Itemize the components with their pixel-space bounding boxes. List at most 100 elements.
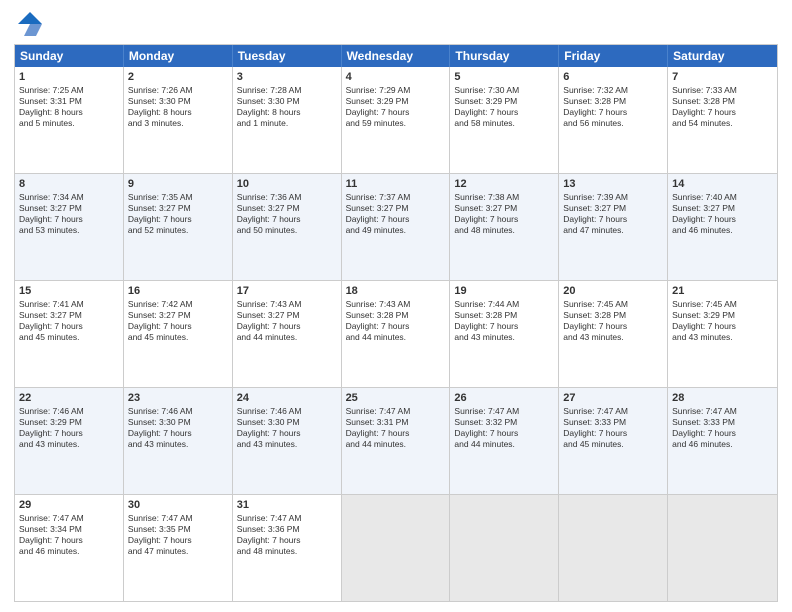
day-info-line: Daylight: 7 hours	[19, 535, 119, 546]
day-info-line: Sunset: 3:27 PM	[454, 203, 554, 214]
day-info-line: Daylight: 7 hours	[237, 214, 337, 225]
day-info-line: Sunset: 3:28 PM	[454, 310, 554, 321]
day-number: 6	[563, 70, 663, 84]
day-info-line: Sunrise: 7:25 AM	[19, 85, 119, 96]
day-info-line: Daylight: 7 hours	[454, 107, 554, 118]
day-number: 10	[237, 177, 337, 191]
week-row-5: 29Sunrise: 7:47 AMSunset: 3:34 PMDayligh…	[15, 495, 777, 601]
day-info-line: Daylight: 7 hours	[563, 214, 663, 225]
day-info-line: Daylight: 7 hours	[454, 214, 554, 225]
day-info-line: Sunset: 3:32 PM	[454, 417, 554, 428]
logo	[14, 10, 44, 38]
day-number: 14	[672, 177, 773, 191]
day-info-line: Sunset: 3:30 PM	[128, 417, 228, 428]
day-info-line: and 53 minutes.	[19, 225, 119, 236]
day-info-line: Sunset: 3:27 PM	[19, 310, 119, 321]
day-info-line: Sunrise: 7:41 AM	[19, 299, 119, 310]
day-info-line: and 47 minutes.	[128, 546, 228, 557]
day-cell-23: 23Sunrise: 7:46 AMSunset: 3:30 PMDayligh…	[124, 388, 233, 494]
day-info-line: Daylight: 7 hours	[563, 107, 663, 118]
day-info-line: Daylight: 7 hours	[19, 321, 119, 332]
day-cell-12: 12Sunrise: 7:38 AMSunset: 3:27 PMDayligh…	[450, 174, 559, 280]
day-cell-21: 21Sunrise: 7:45 AMSunset: 3:29 PMDayligh…	[668, 281, 777, 387]
day-number: 31	[237, 498, 337, 512]
day-cell-18: 18Sunrise: 7:43 AMSunset: 3:28 PMDayligh…	[342, 281, 451, 387]
calendar: SundayMondayTuesdayWednesdayThursdayFrid…	[14, 44, 778, 602]
day-number: 22	[19, 391, 119, 405]
day-number: 26	[454, 391, 554, 405]
day-cell-6: 6Sunrise: 7:32 AMSunset: 3:28 PMDaylight…	[559, 67, 668, 173]
day-info-line: Daylight: 8 hours	[237, 107, 337, 118]
day-cell-16: 16Sunrise: 7:42 AMSunset: 3:27 PMDayligh…	[124, 281, 233, 387]
day-info-line: and 48 minutes.	[454, 225, 554, 236]
day-info-line: Daylight: 7 hours	[346, 428, 446, 439]
day-info-line: Sunrise: 7:47 AM	[454, 406, 554, 417]
day-info-line: Daylight: 7 hours	[346, 107, 446, 118]
day-number: 7	[672, 70, 773, 84]
day-info-line: and 45 minutes.	[19, 332, 119, 343]
day-info-line: Sunrise: 7:43 AM	[346, 299, 446, 310]
day-info-line: Sunset: 3:35 PM	[128, 524, 228, 535]
day-info-line: and 47 minutes.	[563, 225, 663, 236]
day-info-line: and 54 minutes.	[672, 118, 773, 129]
day-number: 2	[128, 70, 228, 84]
day-info-line: Sunrise: 7:37 AM	[346, 192, 446, 203]
calendar-header: SundayMondayTuesdayWednesdayThursdayFrid…	[15, 45, 777, 67]
day-info-line: Sunset: 3:27 PM	[563, 203, 663, 214]
header-day-tuesday: Tuesday	[233, 45, 342, 67]
day-cell-2: 2Sunrise: 7:26 AMSunset: 3:30 PMDaylight…	[124, 67, 233, 173]
day-info-line: Sunrise: 7:30 AM	[454, 85, 554, 96]
day-number: 20	[563, 284, 663, 298]
day-info-line: Sunset: 3:33 PM	[563, 417, 663, 428]
day-info-line: Daylight: 7 hours	[128, 535, 228, 546]
day-info-line: Sunset: 3:31 PM	[19, 96, 119, 107]
calendar-page: SundayMondayTuesdayWednesdayThursdayFrid…	[0, 0, 792, 612]
day-info-line: and 44 minutes.	[237, 332, 337, 343]
day-info-line: and 44 minutes.	[346, 439, 446, 450]
header-day-monday: Monday	[124, 45, 233, 67]
day-cell-9: 9Sunrise: 7:35 AMSunset: 3:27 PMDaylight…	[124, 174, 233, 280]
day-info-line: and 56 minutes.	[563, 118, 663, 129]
day-info-line: Sunrise: 7:35 AM	[128, 192, 228, 203]
day-info-line: Daylight: 7 hours	[237, 321, 337, 332]
header-day-saturday: Saturday	[668, 45, 777, 67]
day-info-line: Daylight: 7 hours	[454, 428, 554, 439]
page-header	[14, 10, 778, 38]
day-number: 27	[563, 391, 663, 405]
day-cell-5: 5Sunrise: 7:30 AMSunset: 3:29 PMDaylight…	[450, 67, 559, 173]
empty-cell	[559, 495, 668, 601]
day-info-line: Sunset: 3:33 PM	[672, 417, 773, 428]
day-info-line: Sunrise: 7:47 AM	[237, 513, 337, 524]
day-info-line: and 43 minutes.	[128, 439, 228, 450]
day-info-line: Sunrise: 7:26 AM	[128, 85, 228, 96]
day-info-line: Sunset: 3:27 PM	[346, 203, 446, 214]
day-info-line: and 43 minutes.	[672, 332, 773, 343]
day-info-line: and 43 minutes.	[563, 332, 663, 343]
day-info-line: Sunset: 3:29 PM	[346, 96, 446, 107]
day-number: 25	[346, 391, 446, 405]
day-info-line: Daylight: 7 hours	[563, 321, 663, 332]
day-info-line: and 58 minutes.	[454, 118, 554, 129]
day-info-line: Sunset: 3:36 PM	[237, 524, 337, 535]
day-info-line: and 5 minutes.	[19, 118, 119, 129]
day-info-line: and 45 minutes.	[563, 439, 663, 450]
day-number: 11	[346, 177, 446, 191]
day-info-line: Sunrise: 7:46 AM	[237, 406, 337, 417]
day-cell-4: 4Sunrise: 7:29 AMSunset: 3:29 PMDaylight…	[342, 67, 451, 173]
day-info-line: Daylight: 7 hours	[237, 428, 337, 439]
day-info-line: Sunrise: 7:29 AM	[346, 85, 446, 96]
day-info-line: Sunrise: 7:38 AM	[454, 192, 554, 203]
day-info-line: Sunset: 3:27 PM	[672, 203, 773, 214]
day-info-line: Sunrise: 7:43 AM	[237, 299, 337, 310]
day-info-line: Sunrise: 7:42 AM	[128, 299, 228, 310]
day-info-line: Sunset: 3:29 PM	[672, 310, 773, 321]
day-info-line: Daylight: 7 hours	[128, 321, 228, 332]
day-info-line: Sunset: 3:31 PM	[346, 417, 446, 428]
day-number: 9	[128, 177, 228, 191]
day-info-line: Sunset: 3:27 PM	[237, 310, 337, 321]
day-number: 29	[19, 498, 119, 512]
day-info-line: Sunset: 3:27 PM	[128, 310, 228, 321]
day-info-line: Sunset: 3:29 PM	[454, 96, 554, 107]
day-number: 28	[672, 391, 773, 405]
day-number: 3	[237, 70, 337, 84]
